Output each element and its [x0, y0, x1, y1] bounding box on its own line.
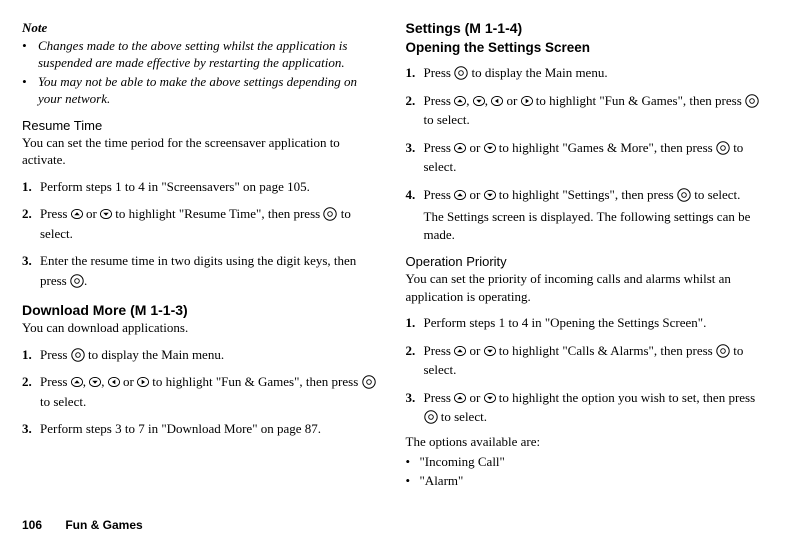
up-arrow-icon	[454, 143, 466, 153]
step-number: 1.	[406, 313, 424, 333]
settings-heading: Settings (M 1-1-4)	[406, 20, 764, 36]
step-item: 1. Press to display the Main menu.	[406, 63, 764, 83]
center-key-icon	[323, 207, 337, 221]
center-key-icon	[70, 274, 84, 288]
step-text: Press or to highlight the option you wis…	[424, 388, 764, 427]
step-text: Press or to highlight "Settings", then p…	[424, 185, 764, 245]
down-arrow-icon	[484, 346, 496, 356]
step-text: Press or to highlight "Games & More", th…	[424, 138, 764, 177]
menu-code: (M 1-1-4)	[465, 20, 523, 36]
option-item: • "Alarm"	[406, 473, 764, 489]
step-number: 1.	[22, 177, 40, 197]
center-key-icon	[362, 375, 376, 389]
center-key-icon	[716, 344, 730, 358]
step-item: 2. Press or to highlight "Resume Time", …	[22, 204, 380, 243]
right-arrow-icon	[137, 377, 149, 387]
note-item: • Changes made to the above setting whil…	[22, 38, 380, 72]
down-arrow-icon	[484, 143, 496, 153]
center-key-icon	[716, 141, 730, 155]
bullet-dot: •	[406, 473, 420, 489]
step-number: 1.	[22, 345, 40, 365]
download-more-para: You can download applications.	[22, 319, 380, 337]
center-key-icon	[677, 188, 691, 202]
step-item: 3. Enter the resume time in two digits u…	[22, 251, 380, 290]
down-arrow-icon	[473, 96, 485, 106]
step-text: Press to display the Main menu.	[40, 345, 380, 365]
resume-time-para: You can set the time period for the scre…	[22, 134, 380, 169]
step-number: 4.	[406, 185, 424, 245]
left-arrow-icon	[108, 377, 120, 387]
bullet-dot: •	[22, 74, 36, 108]
step-item: 3. Perform steps 3 to 7 in "Download Mor…	[22, 419, 380, 439]
down-arrow-icon	[484, 393, 496, 403]
option-text: "Incoming Call"	[420, 454, 505, 470]
step-number: 2.	[22, 372, 40, 411]
step-text: Perform steps 3 to 7 in "Download More" …	[40, 419, 380, 439]
bullet-dot: •	[406, 454, 420, 470]
up-arrow-icon	[71, 377, 83, 387]
step-text: Press or to highlight "Calls & Alarms", …	[424, 341, 764, 380]
step-text: Press to display the Main menu.	[424, 63, 764, 83]
step-text: Perform steps 1 to 4 in "Screensavers" o…	[40, 177, 380, 197]
note-text: Changes made to the above setting whilst…	[36, 38, 380, 72]
up-arrow-icon	[454, 346, 466, 356]
up-arrow-icon	[454, 190, 466, 200]
step-item: 1. Press to display the Main menu.	[22, 345, 380, 365]
step-number: 2.	[406, 341, 424, 380]
step-number: 2.	[406, 91, 424, 130]
option-item: • "Incoming Call"	[406, 454, 764, 470]
options-intro: The options available are:	[406, 433, 764, 451]
center-key-icon	[454, 66, 468, 80]
step-text: Press , , or to highlight "Fun & Games",…	[424, 91, 764, 130]
page-number: 106	[22, 518, 62, 532]
center-key-icon	[71, 348, 85, 362]
step-text: Press or to highlight "Resume Time", the…	[40, 204, 380, 243]
center-key-icon	[745, 94, 759, 108]
operation-priority-heading: Operation Priority	[406, 254, 764, 269]
down-arrow-icon	[484, 190, 496, 200]
step-number: 3.	[406, 138, 424, 177]
step-item: 1. Perform steps 1 to 4 in "Screensavers…	[22, 177, 380, 197]
note-item: • You may not be able to make the above …	[22, 74, 380, 108]
down-arrow-icon	[89, 377, 101, 387]
up-arrow-icon	[71, 209, 83, 219]
step-item: 1. Perform steps 1 to 4 in "Opening the …	[406, 313, 764, 333]
step-number: 3.	[22, 251, 40, 290]
bullet-dot: •	[22, 38, 36, 72]
step-item: 2. Press or to highlight "Calls & Alarms…	[406, 341, 764, 380]
right-column: Settings (M 1-1-4) Opening the Settings …	[406, 20, 764, 489]
step-followup: The Settings screen is displayed. The fo…	[424, 208, 764, 244]
opening-settings-heading: Opening the Settings Screen	[406, 40, 764, 55]
left-arrow-icon	[491, 96, 503, 106]
download-more-heading: Download More (M 1-1-3)	[22, 302, 380, 318]
page-footer: 106 Fun & Games	[22, 518, 143, 532]
center-key-icon	[424, 410, 438, 424]
step-number: 1.	[406, 63, 424, 83]
footer-title: Fun & Games	[65, 518, 142, 532]
step-item: 3. Press or to highlight the option you …	[406, 388, 764, 427]
step-item: 2. Press , , or to highlight "Fun & Game…	[406, 91, 764, 130]
step-item: 4. Press or to highlight "Settings", the…	[406, 185, 764, 245]
up-arrow-icon	[454, 96, 466, 106]
step-number: 2.	[22, 204, 40, 243]
step-text: Press , , or to highlight "Fun & Games",…	[40, 372, 380, 411]
step-item: 3. Press or to highlight "Games & More",…	[406, 138, 764, 177]
note-text: You may not be able to make the above se…	[36, 74, 380, 108]
note-heading: Note	[22, 20, 380, 36]
step-number: 3.	[406, 388, 424, 427]
step-text: Enter the resume time in two digits usin…	[40, 251, 380, 290]
step-text: Perform steps 1 to 4 in "Opening the Set…	[424, 313, 764, 333]
step-number: 3.	[22, 419, 40, 439]
resume-time-heading: Resume Time	[22, 118, 380, 133]
down-arrow-icon	[100, 209, 112, 219]
right-arrow-icon	[521, 96, 533, 106]
up-arrow-icon	[454, 393, 466, 403]
step-item: 2. Press , , or to highlight "Fun & Game…	[22, 372, 380, 411]
left-column: Note • Changes made to the above setting…	[22, 20, 380, 489]
operation-priority-para: You can set the priority of incoming cal…	[406, 270, 764, 305]
option-text: "Alarm"	[420, 473, 464, 489]
menu-code: (M 1-1-3)	[130, 302, 188, 318]
